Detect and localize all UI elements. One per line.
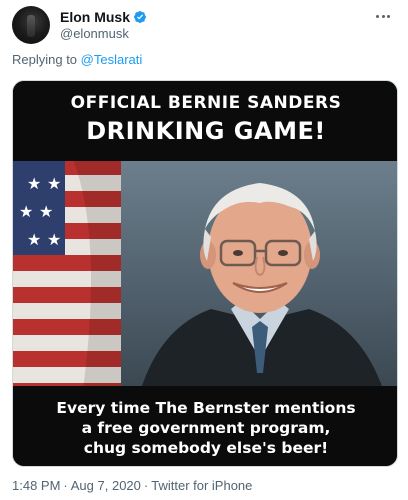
svg-text:★: ★ (47, 174, 61, 193)
more-options-button[interactable] (372, 8, 394, 24)
tweet-time[interactable]: 1:48 PM (12, 478, 60, 493)
american-flag-image: ★ ★ ★ ★ ★ ★ (13, 159, 121, 389)
avatar-figure (27, 15, 35, 37)
replying-to: Replying to @Teslarati (12, 52, 142, 67)
svg-text:★: ★ (27, 174, 41, 193)
tweet: Elon Musk @elonmusk Replying to @Teslara… (0, 0, 408, 500)
author-names: Elon Musk @elonmusk (60, 8, 147, 41)
tweet-source[interactable]: Twitter for iPhone (151, 478, 252, 493)
separator-dot: · (143, 478, 149, 493)
separator-dot: · (63, 478, 68, 493)
meme-headline-line1: OFFICIAL BERNIE SANDERS (70, 93, 342, 113)
bernie-sanders-portrait (141, 183, 383, 389)
meme-headline-line2: DRINKING GAME! (86, 117, 326, 145)
author-handle[interactable]: @elonmusk (60, 26, 147, 41)
meme-caption-band: Every time The Bernster mentions a free … (13, 386, 397, 466)
replying-to-label: Replying to (12, 52, 78, 67)
replying-to-handle-link[interactable]: @Teslarati (81, 52, 143, 67)
meme-headline-band: OFFICIAL BERNIE SANDERS DRINKING GAME! (13, 81, 397, 161)
tweet-header: Elon Musk @elonmusk (12, 6, 396, 46)
author-display-name[interactable]: Elon Musk (60, 9, 130, 25)
display-name-row: Elon Musk (60, 8, 147, 25)
more-dot-icon (386, 14, 390, 18)
svg-text:★: ★ (27, 230, 41, 249)
author-avatar[interactable] (12, 6, 50, 44)
tweet-date[interactable]: Aug 7, 2020 (71, 478, 141, 493)
svg-text:★: ★ (19, 202, 33, 221)
tweet-timestamp-line: 1:48 PM · Aug 7, 2020 · Twitter for iPhone (12, 478, 252, 493)
more-dot-icon (381, 14, 385, 18)
meme-caption: Every time The Bernster mentions a free … (56, 399, 356, 457)
more-dot-icon (376, 14, 380, 18)
svg-text:★: ★ (47, 230, 61, 249)
svg-text:★: ★ (39, 202, 53, 221)
tweet-media-image[interactable]: ★ ★ ★ ★ ★ ★ OFFICIAL BERNIE SANDERS DRIN… (12, 80, 398, 467)
verified-badge-icon (134, 10, 146, 23)
